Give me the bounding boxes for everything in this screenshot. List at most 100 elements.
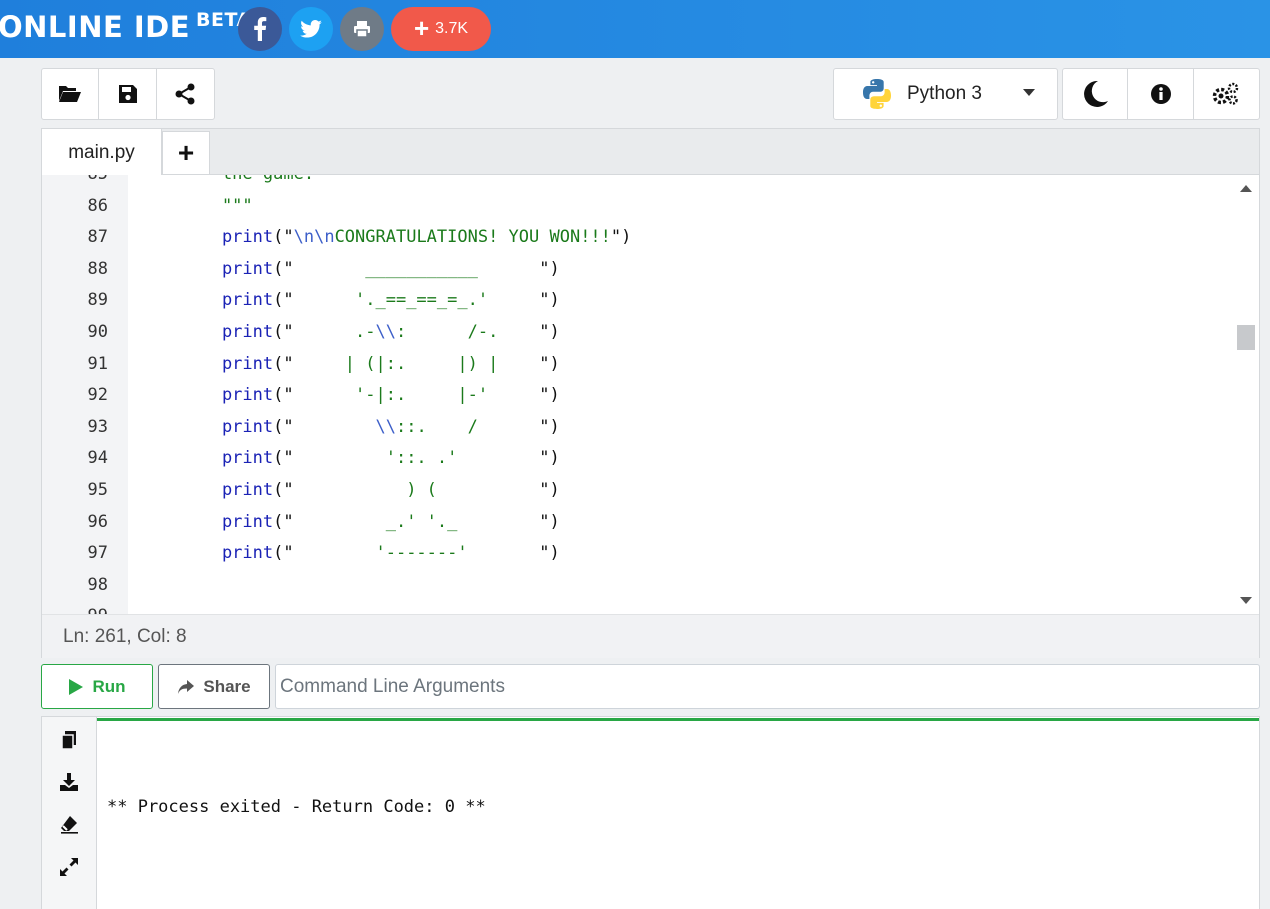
code-token: ") [610,227,632,248]
share-icon [175,83,195,105]
code-token: ") [539,543,560,564]
expand-output-button[interactable] [58,856,80,878]
line-number: 97 [87,543,108,564]
line-number: 92 [87,385,108,406]
share-arrow-icon [178,679,195,694]
code-token: : /-. [395,321,540,342]
code-line: print(" _.' '._ ") [128,507,1233,539]
expand-icon [60,858,78,876]
code-token: .- [293,321,376,342]
code-token: print [181,385,274,406]
code-line: print("\n\nCONGRATULATIONS! YOU WON!!!") [128,222,1233,254]
code-token: (" [273,353,294,374]
code-token: print [181,321,274,342]
code-token: ::. / [395,416,540,437]
dark-mode-button[interactable] [1063,69,1129,119]
code-token: '._==_==_=_.' [293,290,540,311]
language-label: Python 3 [907,83,982,104]
code-line: print(" \\::. / ") [128,412,1233,444]
run-button[interactable]: Run [41,664,153,709]
add-tab-button[interactable]: + [162,131,210,175]
code-token: ") [539,511,560,532]
open-file-button[interactable] [42,69,100,119]
chevron-down-icon [1023,89,1035,96]
code-token: | (|:. |) | [293,353,540,374]
code-area[interactable]: the game. """ print("\n\nCONGRATULATIONS… [128,175,1233,614]
download-output-button[interactable] [58,771,80,793]
output-sidebar [42,717,97,909]
line-number: 91 [87,353,108,374]
addthis-share-button[interactable]: + 3.7K [391,7,491,51]
scroll-down-icon[interactable] [1240,597,1252,604]
line-number: 90 [87,321,108,342]
code-token: print [181,543,274,564]
info-button[interactable] [1128,69,1194,119]
code-token: print [181,353,274,374]
python-logo-icon [863,79,891,109]
settings-toolbar [1062,68,1260,120]
code-line: print(" ___________ ") [128,254,1233,286]
code-line: print(" '::. .' ") [128,443,1233,475]
output-panel: ** Process exited - Return Code: 0 ** [41,716,1260,909]
code-token: '::. .' [293,448,540,469]
code-token: print [181,479,274,500]
code-token: (" [273,511,294,532]
language-select[interactable]: Python 3 [833,68,1058,120]
download-icon [60,773,78,791]
line-number-gutter: 85 86 87 88 89 90 91 92 93 94 95 96 97 98 99 [42,175,128,614]
code-token: ) ( [293,479,540,500]
code-token: \\ [375,321,396,342]
code-token: print [181,448,274,469]
eraser-icon [61,816,78,834]
tab-main-py[interactable]: main.py [42,129,162,176]
settings-button[interactable] [1194,69,1259,119]
save-file-button[interactable] [99,69,157,119]
output-progress-bar [97,718,1259,721]
share-code-button[interactable] [157,69,214,119]
print-icon [354,21,370,38]
code-token: ") [539,385,560,406]
twitter-share-button[interactable] [289,7,333,51]
code-token: (" [273,321,294,342]
brand-title: ONLINE IDE [0,10,191,44]
settings-icon [1213,82,1239,105]
code-token: """ [181,195,253,216]
code-token: ") [539,258,560,279]
line-number: 99 [42,601,128,614]
file-tabs: main.py + [42,129,1259,176]
file-toolbar [41,68,215,120]
editor-scrollbar[interactable] [1233,175,1259,614]
code-token: print [181,416,274,437]
copy-output-button[interactable] [58,729,80,751]
scrollbar-thumb[interactable] [1237,325,1255,350]
line-number: 85 [42,175,128,191]
code-token: (" [273,448,294,469]
cursor-status: Ln: 261, Col: 8 [42,614,1259,658]
output-text: ** Process exited - Return Code: 0 ** [107,797,486,817]
code-token: (" [273,258,294,279]
print-button[interactable] [340,7,384,51]
code-token: (" [273,385,294,406]
code-line: print(" '._==_==_=_.' ") [128,285,1233,317]
info-icon [1150,84,1171,104]
code-token: '-------' [293,543,540,564]
code-token: print [181,290,274,311]
brand-logo[interactable]: ONLINE IDE BETA [0,9,252,44]
scroll-up-icon[interactable] [1240,185,1252,192]
open-folder-icon [59,86,82,102]
code-token: '-|:. |-' [293,385,540,406]
facebook-share-button[interactable] [238,7,282,51]
code-token: print [181,511,274,532]
share-button[interactable]: Share [158,664,270,709]
code-token: (" [273,290,294,311]
moon-icon [1084,80,1109,107]
line-number: 95 [87,479,108,500]
command-line-args-input[interactable] [275,664,1260,709]
clear-output-button[interactable] [58,813,80,835]
code-line: print(" '-|:. |-' ") [128,380,1233,412]
code-token: ") [539,479,560,500]
line-number: 93 [87,416,108,437]
